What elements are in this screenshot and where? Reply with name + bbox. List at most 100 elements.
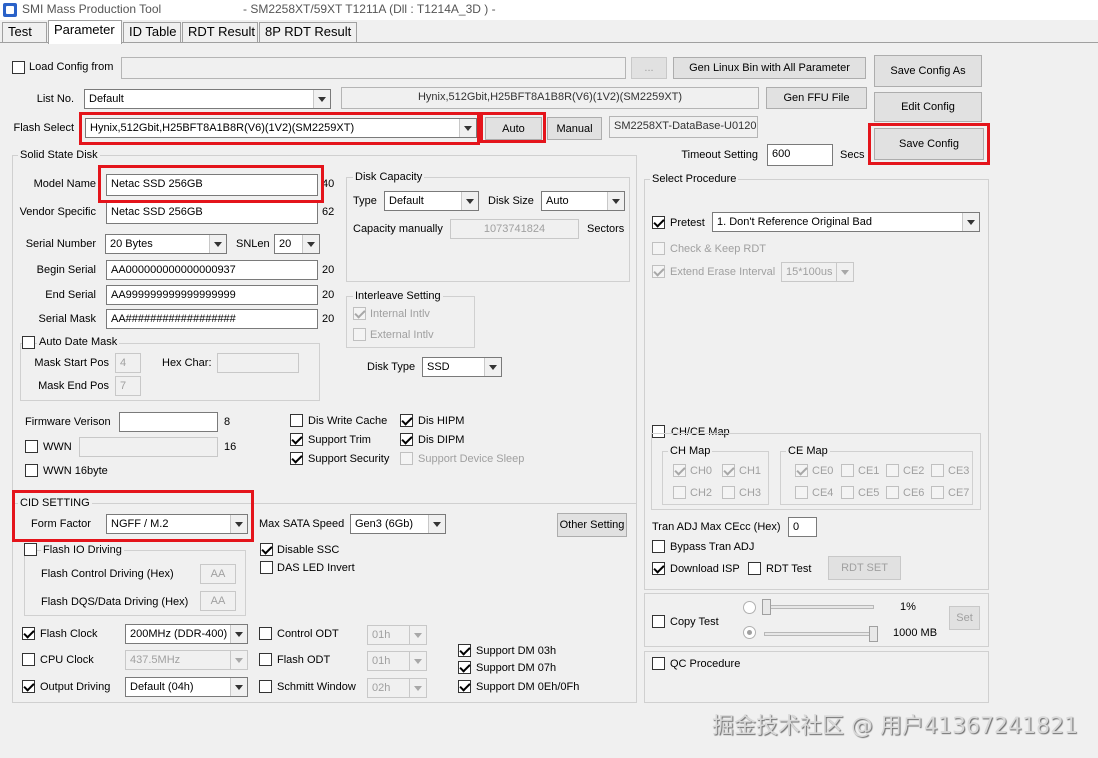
ce4-checkbox[interactable] <box>795 486 808 499</box>
max-sata-speed-select[interactable]: Gen3 (6Gb) <box>350 514 446 534</box>
capacity-input[interactable]: 1073741824 <box>450 219 579 239</box>
edit-config-button[interactable]: Edit Config <box>874 92 982 122</box>
copy-size-slider-track[interactable] <box>764 632 874 636</box>
support-device-sleep-checkbox[interactable] <box>400 452 413 465</box>
control-odt-select[interactable]: 01h <box>367 625 427 645</box>
support-trim-checkbox[interactable] <box>290 433 303 446</box>
flash-clock-checkbox[interactable] <box>22 627 35 640</box>
copy-percent-slider-track[interactable] <box>764 605 874 609</box>
ce6-checkbox[interactable] <box>886 486 899 499</box>
wwn-input[interactable] <box>79 437 218 457</box>
gen-ffu-file-button[interactable]: Gen FFU File <box>766 87 867 109</box>
disk-size-select[interactable]: Auto <box>541 191 625 211</box>
das-led-invert-checkbox[interactable] <box>260 561 273 574</box>
extend-erase-checkbox[interactable] <box>652 265 665 278</box>
timeout-input[interactable]: 600 <box>767 144 833 166</box>
wwn-16byte-checkbox[interactable] <box>25 464 38 477</box>
ce0-checkbox[interactable] <box>795 464 808 477</box>
disable-ssc-checkbox[interactable] <box>260 543 273 556</box>
serial-mask-input[interactable]: AA################## <box>106 309 318 329</box>
ch1-checkbox[interactable] <box>722 464 735 477</box>
external-intlv-checkbox[interactable] <box>353 328 366 341</box>
auto-date-mask-checkbox[interactable] <box>22 336 35 349</box>
copy-percent-radio[interactable] <box>743 601 756 614</box>
support-dm-03h-checkbox[interactable] <box>458 644 471 657</box>
browse-button[interactable]: ... <box>631 57 667 79</box>
check-keep-rdt-checkbox[interactable] <box>652 242 665 255</box>
ch2-checkbox[interactable] <box>673 486 686 499</box>
bypass-tran-adj-checkbox[interactable] <box>652 540 665 553</box>
gen-linux-bin-button[interactable]: Gen Linux Bin with All Parameter <box>673 57 866 79</box>
tab-test[interactable]: Test <box>2 22 47 42</box>
disk-type-select[interactable]: SSD <box>422 357 502 377</box>
output-driving-checkbox[interactable] <box>22 680 35 693</box>
manual-button[interactable]: Manual <box>547 117 602 140</box>
tab-id-table[interactable]: ID Table <box>123 22 181 42</box>
ce5-checkbox[interactable] <box>841 486 854 499</box>
extend-erase-select[interactable]: 15*100us <box>781 262 854 282</box>
cpu-clock-checkbox[interactable] <box>22 653 35 666</box>
ce7-checkbox[interactable] <box>931 486 944 499</box>
begin-serial-length: 20 <box>322 264 335 276</box>
schmitt-window-select[interactable]: 02h <box>367 678 427 698</box>
schmitt-window-checkbox[interactable] <box>259 680 272 693</box>
ce1-checkbox[interactable] <box>841 464 854 477</box>
list-no-select[interactable]: Default <box>84 89 331 109</box>
dis-dipm-checkbox[interactable] <box>400 433 413 446</box>
ce4-label: CE4 <box>812 487 834 499</box>
pretest-select[interactable]: 1. Don't Reference Original Bad <box>712 212 980 232</box>
max-sata-speed-label: Max SATA Speed <box>259 518 345 530</box>
control-odt-checkbox[interactable] <box>259 627 272 640</box>
copy-test-checkbox[interactable] <box>652 615 665 628</box>
flash-io-driving-checkbox[interactable] <box>24 543 37 556</box>
save-config-as-button[interactable]: Save Config As <box>874 55 982 87</box>
qc-procedure-checkbox[interactable] <box>652 657 665 670</box>
hex-char-input[interactable] <box>217 353 299 373</box>
dis-write-cache-checkbox[interactable] <box>290 414 303 427</box>
tran-adj-input[interactable]: 0 <box>788 517 817 537</box>
support-dm-0eh-checkbox[interactable] <box>458 680 471 693</box>
chevron-down-icon <box>209 235 226 253</box>
rdt-test-checkbox[interactable] <box>748 562 761 575</box>
copy-size-slider-thumb[interactable] <box>869 626 878 642</box>
cpu-clock-select[interactable]: 437.5MHz <box>125 650 248 670</box>
pretest-checkbox[interactable] <box>652 216 665 229</box>
end-serial-input[interactable]: AA999999999999999999 <box>106 285 318 305</box>
internal-intlv-checkbox[interactable] <box>353 307 366 320</box>
download-isp-checkbox[interactable] <box>652 562 665 575</box>
ch0-checkbox[interactable] <box>673 464 686 477</box>
flash-clock-select[interactable]: 200MHz (DDR-400) <box>125 624 248 644</box>
other-setting-button[interactable]: Other Setting <box>557 513 627 537</box>
copy-set-button[interactable]: Set <box>949 606 980 630</box>
dis-hipm-checkbox[interactable] <box>400 414 413 427</box>
vendor-specific-input[interactable]: Netac SSD 256GB <box>106 202 318 224</box>
flash-control-driving-input[interactable]: AA <box>200 564 236 584</box>
wwn-checkbox[interactable] <box>25 440 38 453</box>
output-driving-select[interactable]: Default (04h) <box>125 677 248 697</box>
begin-serial-input[interactable]: AA000000000000000937 <box>106 260 318 280</box>
snlen-select[interactable]: 20 <box>274 234 320 254</box>
flash-odt-select[interactable]: 01h <box>367 651 427 671</box>
ce3-checkbox[interactable] <box>931 464 944 477</box>
type-select[interactable]: Default <box>384 191 479 211</box>
flash-dqs-driving-input[interactable]: AA <box>200 591 236 611</box>
tab-parameter[interactable]: Parameter <box>48 20 122 44</box>
copy-percent-slider-thumb[interactable] <box>762 599 771 615</box>
tab-rdt-result[interactable]: RDT Result <box>182 22 258 42</box>
copy-size-radio[interactable] <box>743 626 756 639</box>
ch3-checkbox[interactable] <box>722 486 735 499</box>
type-label: Type <box>353 195 377 207</box>
support-security-checkbox[interactable] <box>290 452 303 465</box>
load-config-path-field[interactable] <box>121 57 626 79</box>
load-config-checkbox[interactable] <box>12 61 25 74</box>
ce2-checkbox[interactable] <box>886 464 899 477</box>
mask-end-input[interactable]: 7 <box>115 376 141 396</box>
support-dm-07h-checkbox[interactable] <box>458 661 471 674</box>
disk-size-value: Auto <box>546 195 569 207</box>
flash-odt-checkbox[interactable] <box>259 653 272 666</box>
serial-number-select[interactable]: 20 Bytes <box>105 234 227 254</box>
mask-start-input[interactable]: 4 <box>115 353 141 373</box>
tab-8p-rdt-result[interactable]: 8P RDT Result <box>259 22 357 42</box>
rdt-set-button[interactable]: RDT SET <box>828 556 901 580</box>
firmware-version-input[interactable] <box>119 412 218 432</box>
